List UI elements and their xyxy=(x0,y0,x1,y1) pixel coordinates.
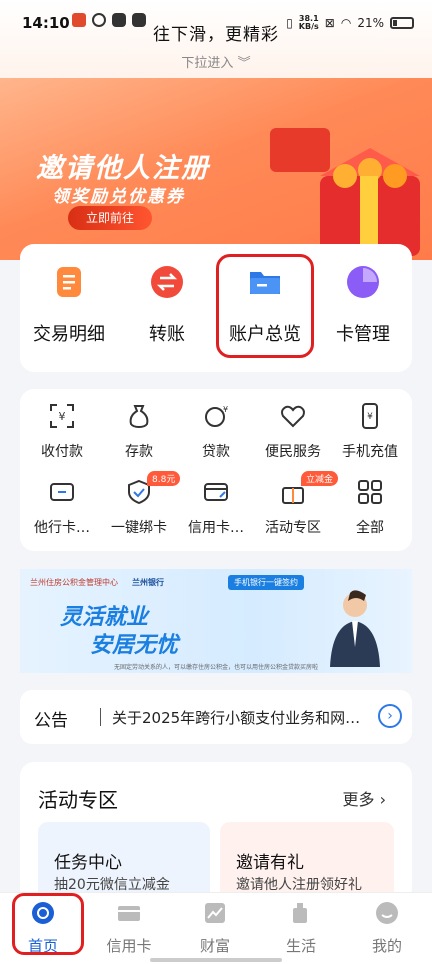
banner-cta-button[interactable]: 立即前往 xyxy=(68,206,152,230)
chart-icon xyxy=(205,903,225,923)
grid-label: 他行卡… xyxy=(34,520,90,536)
chevron-right-icon[interactable]: › xyxy=(378,704,402,728)
status-bar: 14:10 往下滑，更精彩 下拉进入 ︾ ▯ 38.1 KB/s ⊠ ◠ 21% xyxy=(0,0,432,78)
quick-transaction-details[interactable]: 交易明细 xyxy=(20,264,118,346)
pie-icon xyxy=(347,266,379,298)
phone-icon: ¥ xyxy=(362,403,378,429)
quick-card-management[interactable]: 卡管理 xyxy=(314,264,412,346)
chevron-down-icon: ︾ xyxy=(237,56,251,71)
tab-label: 生活 xyxy=(285,937,316,955)
grid-item-all[interactable]: 全部 xyxy=(330,479,410,537)
net-speed-unit: KB/s xyxy=(298,22,319,31)
gift-box-illustration xyxy=(270,128,420,256)
grid-label: 一键绑卡 xyxy=(111,520,167,536)
grid-label: 信用卡… xyxy=(188,520,244,536)
activity-card-title: 邀请有礼 xyxy=(236,853,304,873)
housing-fund-ad-banner[interactable]: 兰州住房公积金管理中心 兰州银行 灵活就业 安居无忧 手机银行一键签约 无固定劳… xyxy=(20,569,412,673)
ad-slogan-2: 安居无忧 xyxy=(90,633,179,658)
banner-title: 邀请他人注册 xyxy=(36,153,210,184)
activity-title: 活动专区 xyxy=(38,788,118,812)
quick-transfer[interactable]: 转账 xyxy=(118,264,216,346)
grid-label: 贷款 xyxy=(202,444,230,460)
svg-text:¥: ¥ xyxy=(367,412,373,422)
card-in-icon xyxy=(50,483,74,501)
tab-life[interactable]: 生活 xyxy=(258,901,344,956)
tab-label: 信用卡 xyxy=(106,937,152,955)
heart-icon xyxy=(281,405,305,428)
tab-mine[interactable]: 我的 xyxy=(344,901,430,956)
credit-card-icon xyxy=(118,906,140,921)
activity-card-task-center[interactable]: 任务中心 抽20元微信立减金 xyxy=(38,822,210,902)
receipt-icon xyxy=(57,267,81,297)
coin-hand-icon: ¥ xyxy=(205,405,228,427)
tab-wealth[interactable]: 财富 xyxy=(172,901,258,956)
quick-label: 卡管理 xyxy=(336,324,390,345)
businessman-illustration xyxy=(330,590,380,667)
grid-item-loan[interactable]: ¥ 贷款 xyxy=(176,403,256,461)
grid-label: 存款 xyxy=(125,444,153,460)
sim-icon: ⊠ xyxy=(324,16,335,30)
home-indicator xyxy=(150,958,282,962)
divider xyxy=(100,708,101,726)
service-grid-card: ¥ 收付款 存款 ¥ 贷款 便民服务 ¥ 手机充值 他行卡… 8.8元 一键绑卡… xyxy=(20,389,412,551)
battery-icon xyxy=(390,17,414,29)
scan-yuan-icon: ¥ xyxy=(50,404,74,428)
quick-actions-card: 交易明细 转账 账户总览 卡管理 xyxy=(20,244,412,372)
activity-card-subtitle: 抽20元微信立减金 xyxy=(54,877,170,893)
activity-section: 活动专区 更多 › 任务中心 抽20元微信立减金 邀请有礼 邀请他人注册领好礼 xyxy=(20,762,412,902)
grid-item-deposit[interactable]: 存款 xyxy=(99,403,179,461)
bottom-tab-bar: 首页 信用卡 财富 生活 我的 xyxy=(0,892,432,964)
credit-card-icon xyxy=(204,483,228,501)
grid-item-activities[interactable]: 立减金 活动专区 xyxy=(253,471,339,537)
annotation-highlight-box xyxy=(216,254,314,358)
promo-banner[interactable]: 邀请他人注册 领奖励兑优惠券 立即前往 xyxy=(0,78,432,260)
money-bag-icon xyxy=(129,405,149,429)
grid-label: 便民服务 xyxy=(265,444,321,460)
activity-card-title: 任务中心 xyxy=(54,853,122,873)
wifi-icon: ◠ xyxy=(340,16,352,30)
grid-item-credit-card[interactable]: 信用卡… xyxy=(176,479,256,537)
cup-icon xyxy=(293,903,307,923)
quick-label: 交易明细 xyxy=(33,324,105,345)
ad-org-2: 兰州银行 xyxy=(132,578,164,587)
grid-item-payments[interactable]: ¥ 收付款 xyxy=(22,403,102,461)
grid-item-other-bank-card[interactable]: 他行卡… xyxy=(22,479,102,537)
grid-label: 收付款 xyxy=(41,444,83,460)
ad-tag: 手机银行一键签约 xyxy=(228,575,304,590)
activity-card-invite[interactable]: 邀请有礼 邀请他人注册领好礼 xyxy=(220,822,394,902)
svg-text:¥: ¥ xyxy=(59,410,66,423)
network-speed: 38.1 KB/s xyxy=(299,15,319,31)
activity-more-link[interactable]: 更多 › xyxy=(343,786,387,810)
activity-card-subtitle: 邀请他人注册领好礼 xyxy=(236,877,362,893)
pull-down-hint[interactable]: 下拉进入 ︾ xyxy=(0,52,432,71)
grid-item-convenience-services[interactable]: 便民服务 xyxy=(253,403,333,461)
announcement-bar[interactable]: 公告 关于2025年跨行小额支付业务和网… › xyxy=(20,690,412,744)
quick-label: 转账 xyxy=(149,324,185,345)
grid-icon xyxy=(358,480,382,504)
grid-item-mobile-topup[interactable]: ¥ 手机充值 xyxy=(330,403,410,461)
battery-level: 21% xyxy=(357,16,384,30)
ad-org-1: 兰州住房公积金管理中心 xyxy=(30,578,118,587)
grid-label: 活动专区 xyxy=(265,520,321,536)
system-status: ▯ 38.1 KB/s ⊠ ◠ 21% xyxy=(286,15,414,31)
announcement-text[interactable]: 关于2025年跨行小额支付业务和网… xyxy=(112,707,384,728)
annotation-highlight-box xyxy=(12,893,84,955)
pull-down-hint-label: 下拉进入 xyxy=(181,56,234,71)
vibrate-icon: ▯ xyxy=(286,16,293,30)
tab-label: 财富 xyxy=(199,937,230,955)
user-icon xyxy=(376,902,398,924)
grid-item-bind-card[interactable]: 8.8元 一键绑卡 xyxy=(99,471,181,537)
grid-label: 全部 xyxy=(356,520,384,536)
announcement-tag: 公告 xyxy=(34,711,68,731)
transfer-icon xyxy=(151,266,183,298)
ad-footnote: 无固定劳动关系的人，可以缴存住房公积金，也可以用住房公积金贷款买房啦 xyxy=(113,664,318,671)
tab-credit-card[interactable]: 信用卡 xyxy=(86,901,172,956)
svg-text:¥: ¥ xyxy=(223,405,228,414)
tab-label: 我的 xyxy=(371,937,402,955)
grid-label: 手机充值 xyxy=(342,444,398,460)
banner-subtitle: 领奖励兑优惠券 xyxy=(52,187,185,207)
